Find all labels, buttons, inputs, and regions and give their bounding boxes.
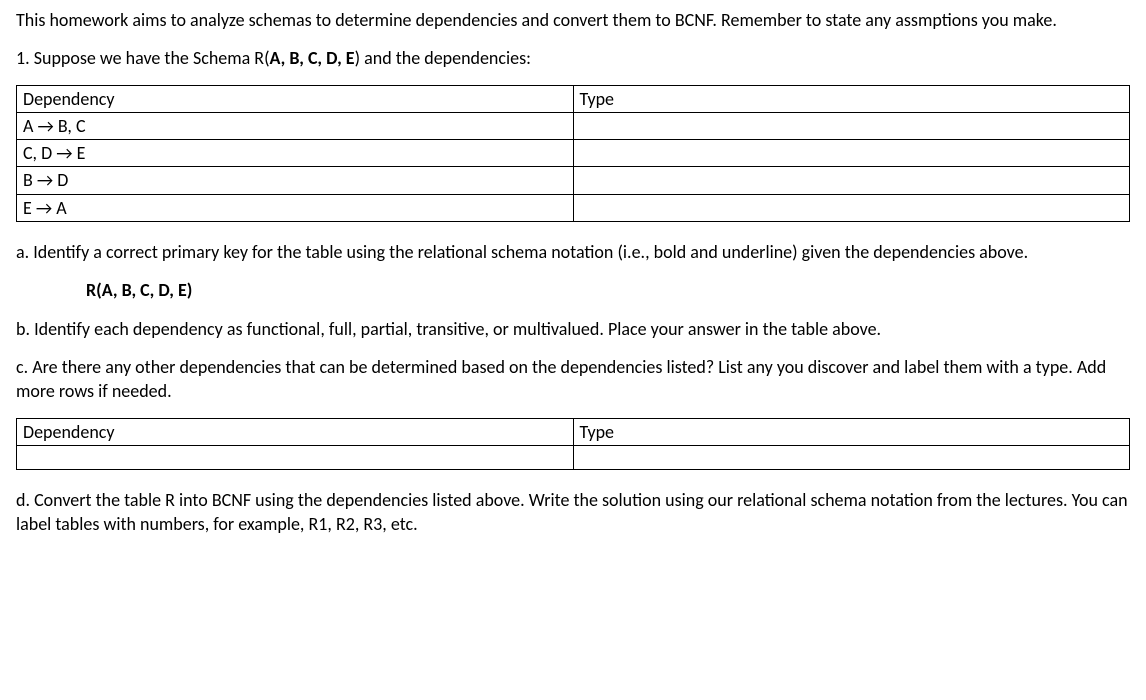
q1-prefix: 1. Suppose we have the Schema R(	[16, 47, 270, 69]
type-cell[interactable]	[573, 194, 1130, 221]
type-cell[interactable]	[573, 140, 1130, 167]
dependency-cell: C, D → E	[17, 140, 574, 167]
table-row: E → A	[17, 194, 1130, 221]
dependency-table-2: Dependency Type	[16, 418, 1130, 470]
table-row: A → B, C	[17, 112, 1130, 139]
question-a: a. Identify a correct primary key for th…	[16, 240, 1130, 264]
type-cell[interactable]	[573, 445, 1130, 469]
dependency-cell: E → A	[17, 194, 574, 221]
table-row	[17, 445, 1130, 469]
schema-attrs: A, B, C, D, E	[102, 279, 187, 301]
header-type: Type	[573, 85, 1130, 112]
question-1-intro: 1. Suppose we have the Schema R(A, B, C,…	[16, 46, 1130, 70]
intro-paragraph: This homework aims to analyze schemas to…	[16, 8, 1130, 32]
dependency-table-1: Dependency Type A → B, C C, D → E B → D …	[16, 85, 1130, 222]
q1-schema-attrs: A, B, C, D, E	[270, 47, 355, 69]
table-header-row: Dependency Type	[17, 418, 1130, 445]
header-type: Type	[573, 418, 1130, 445]
table-row: B → D	[17, 167, 1130, 194]
question-c: c. Are there any other dependencies that…	[16, 355, 1130, 404]
question-b: b. Identify each dependency as functiona…	[16, 317, 1130, 341]
schema-notation: R(A, B, C, D, E)	[86, 278, 1130, 302]
question-d: d. Convert the table R into BCNF using t…	[16, 488, 1130, 537]
dependency-cell: A → B, C	[17, 112, 574, 139]
table-header-row: Dependency Type	[17, 85, 1130, 112]
header-dependency: Dependency	[17, 418, 574, 445]
type-cell[interactable]	[573, 112, 1130, 139]
dependency-cell[interactable]	[17, 445, 574, 469]
schema-suffix: )	[187, 279, 193, 301]
schema-prefix: R(	[86, 279, 102, 301]
table-row: C, D → E	[17, 140, 1130, 167]
q1-suffix: ) and the dependencies:	[355, 47, 531, 69]
type-cell[interactable]	[573, 167, 1130, 194]
dependency-cell: B → D	[17, 167, 574, 194]
header-dependency: Dependency	[17, 85, 574, 112]
